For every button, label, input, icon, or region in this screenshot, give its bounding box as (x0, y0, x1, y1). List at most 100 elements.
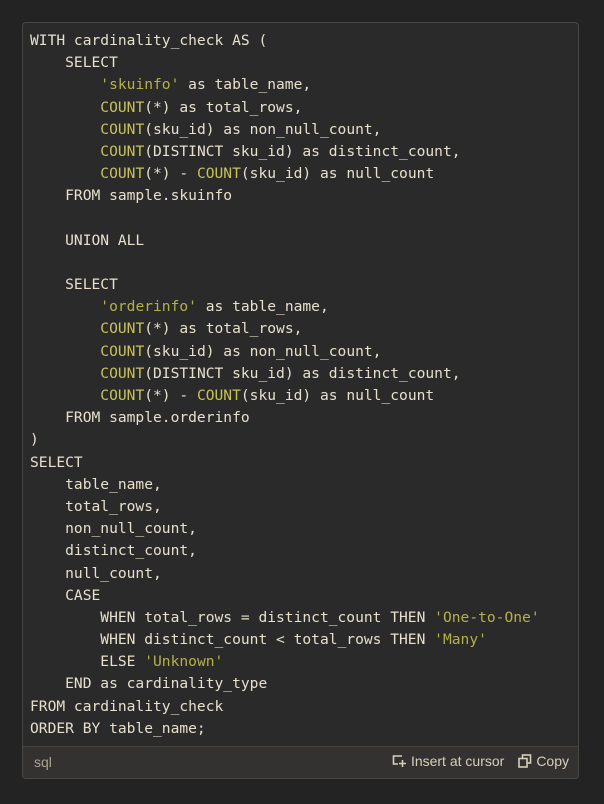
code-string-token: 'One-to-One' (434, 608, 540, 626)
code-function-token: COUNT (100, 364, 145, 382)
code-line: COUNT(*) - COUNT(sku_id) as null_count (30, 163, 578, 185)
code-line: COUNT(DISTINCT sku_id) as distinct_count… (30, 141, 578, 163)
code-function-token: COUNT (100, 342, 145, 360)
code-line: null_count, (30, 563, 578, 585)
code-function-token: COUNT (196, 387, 241, 404)
code-line: distinct_count, (30, 540, 578, 562)
copy-icon (518, 754, 532, 768)
code-line: ) (30, 429, 578, 451)
code-token: non_null_count, (30, 520, 197, 538)
code-token: (*) as total_rows, (144, 320, 303, 338)
code-line: FROM sample.skuinfo (30, 185, 578, 207)
code-token: SELECT (30, 276, 118, 294)
code-line: UNION ALL (30, 230, 578, 252)
code-token: (*) - (144, 165, 197, 183)
code-token: SELECT (30, 54, 118, 72)
code-token: (*) as total_rows, (144, 98, 303, 116)
code-line: FROM sample.orderinfo (30, 407, 578, 429)
code-string-token: 'Many' (434, 631, 487, 649)
code-line: FROM cardinality_check (30, 696, 578, 718)
code-function-token: COUNT (100, 120, 145, 138)
language-label: sql (34, 754, 52, 770)
code-function-token: COUNT (100, 98, 145, 116)
code-token: FROM sample.skuinfo (30, 187, 233, 205)
insert-at-cursor-button[interactable]: Insert at cursor (392, 753, 504, 769)
code-function-token: COUNT (100, 165, 145, 183)
code-token: null_count, (30, 564, 162, 582)
code-token: FROM sample.orderinfo (30, 409, 250, 427)
code-token: (sku_id) as null_count (240, 387, 435, 404)
code-block: WITH cardinality_check AS ( SELECT 'skui… (22, 22, 579, 779)
code-string-token: 'Unknown' (144, 653, 224, 671)
code-token: END as cardinality_type (30, 675, 268, 693)
code-token: (sku_id) as null_count (240, 165, 435, 183)
code-line: WITH cardinality_check AS ( (30, 30, 578, 52)
code-line: 'skuinfo' as table_name, (30, 74, 578, 96)
code-token: UNION ALL (30, 231, 145, 249)
code-token: (*) - (144, 387, 197, 404)
code-line: total_rows, (30, 496, 578, 518)
code-token: as table_name, (196, 298, 329, 316)
code-function-token: COUNT (100, 387, 145, 404)
code-token: (sku_id) as non_null_count, (144, 120, 382, 138)
code-token: distinct_count, (30, 542, 197, 560)
code-line: COUNT(*) - COUNT(sku_id) as null_count (30, 385, 578, 407)
code-line: WHEN distinct_count < total_rows THEN 'M… (30, 629, 578, 651)
code-line: COUNT(DISTINCT sku_id) as distinct_count… (30, 363, 578, 385)
code-content[interactable]: WITH cardinality_check AS ( SELECT 'skui… (30, 30, 578, 740)
code-token: FROM cardinality_check (30, 697, 224, 715)
code-line: COUNT(*) as total_rows, (30, 318, 578, 340)
code-string-token: 'orderinfo' (100, 298, 197, 316)
code-token: as table_name, (179, 76, 312, 94)
code-line: ELSE 'Unknown' (30, 651, 578, 673)
code-token: ELSE (30, 653, 145, 671)
code-line: ORDER BY table_name; (30, 718, 578, 740)
code-token: WITH cardinality_check AS ( (30, 32, 268, 49)
code-token: WHEN distinct_count < total_rows THEN (30, 631, 435, 649)
code-function-token: COUNT (100, 142, 145, 160)
insert-at-cursor-icon (392, 754, 407, 768)
code-line: END as cardinality_type (30, 673, 578, 695)
code-line: COUNT(sku_id) as non_null_count, (30, 341, 578, 363)
code-line: SELECT (30, 274, 578, 296)
code-token: total_rows, (30, 497, 162, 515)
code-block-footer: sql Insert at cursor Copy (23, 746, 578, 778)
code-line: COUNT(sku_id) as non_null_count, (30, 119, 578, 141)
code-token: (DISTINCT sku_id) as distinct_count, (144, 142, 461, 160)
code-token: ) (30, 431, 39, 449)
code-string-token: 'skuinfo' (100, 76, 180, 94)
code-token: table_name, (30, 475, 162, 493)
code-line: COUNT(*) as total_rows, (30, 97, 578, 119)
code-line: SELECT (30, 52, 578, 74)
code-token: CASE (30, 586, 101, 604)
code-line: WHEN total_rows = distinct_count THEN 'O… (30, 607, 578, 629)
code-line: 'orderinfo' as table_name, (30, 296, 578, 318)
code-function-token: COUNT (196, 165, 241, 183)
code-function-token: COUNT (100, 320, 145, 338)
code-token: ORDER BY table_name; (30, 719, 206, 737)
insert-at-cursor-label: Insert at cursor (410, 753, 505, 769)
code-line: CASE (30, 585, 578, 607)
code-token: SELECT (30, 453, 83, 471)
code-line: table_name, (30, 474, 578, 496)
copy-button[interactable]: Copy (518, 753, 569, 769)
code-line: SELECT (30, 452, 578, 474)
footer-actions: Insert at cursor Copy (392, 753, 569, 769)
code-line: non_null_count, (30, 518, 578, 540)
code-token: (DISTINCT sku_id) as distinct_count, (144, 364, 461, 382)
code-token: WHEN total_rows = distinct_count THEN (30, 608, 435, 626)
copy-label: Copy (536, 753, 569, 769)
code-token: (sku_id) as non_null_count, (144, 342, 382, 360)
